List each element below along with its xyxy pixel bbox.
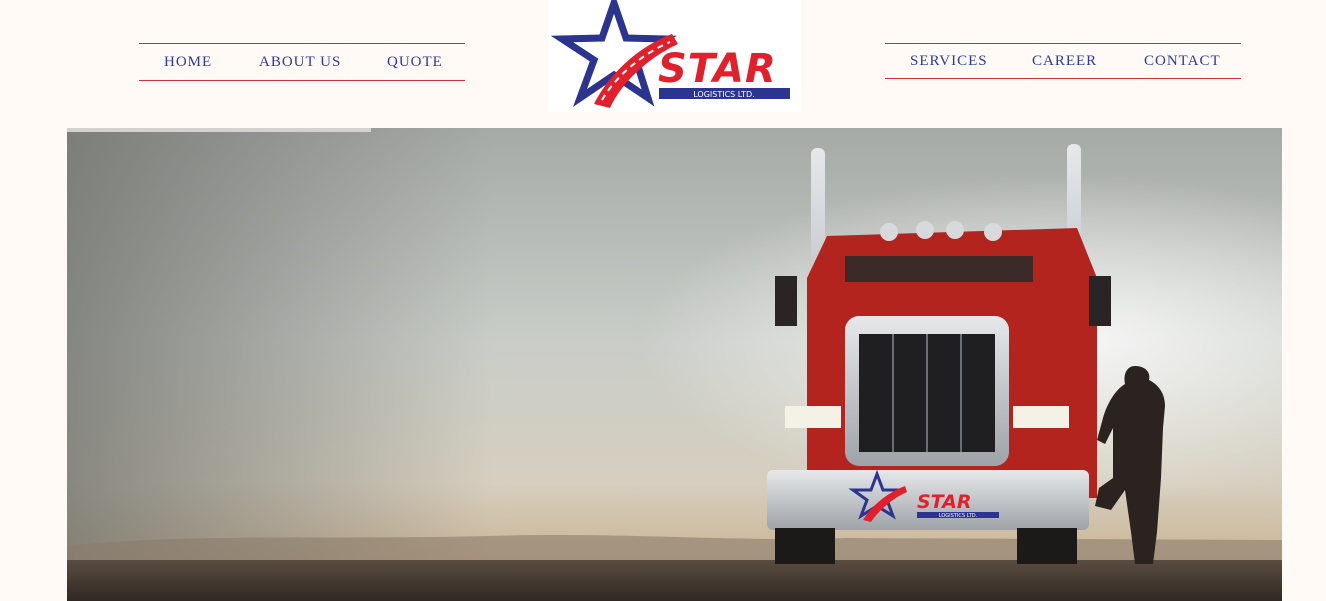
nav-link-about-us[interactable]: ABOUT US bbox=[259, 54, 341, 71]
site-logo[interactable]: STAR LOGISTICS LTD. bbox=[548, 0, 801, 112]
nav-link-quote[interactable]: QUOTE bbox=[387, 54, 443, 71]
nav-right: SERVICES CAREER CONTACT bbox=[885, 43, 1241, 79]
star-logistics-logo-graphic: STAR LOGISTICS LTD. bbox=[550, 0, 790, 108]
truck-badge-subtitle: LOGISTICS LTD. bbox=[939, 513, 978, 519]
hero-top-strip bbox=[67, 128, 371, 132]
hero-image: STAR LOGISTICS LTD. bbox=[67, 128, 1282, 601]
logo-wordmark: STAR bbox=[658, 46, 777, 92]
logo-subtitle: LOGISTICS LTD. bbox=[693, 90, 755, 99]
nav-link-home[interactable]: HOME bbox=[164, 54, 212, 71]
nav-link-career[interactable]: CAREER bbox=[1032, 53, 1097, 70]
nav-link-services[interactable]: SERVICES bbox=[910, 53, 988, 70]
truck-badge-wordmark: STAR bbox=[917, 491, 972, 513]
truck-photo: STAR LOGISTICS LTD. bbox=[67, 128, 1282, 601]
nav-left: HOME ABOUT US QUOTE bbox=[139, 43, 465, 81]
nav-link-contact[interactable]: CONTACT bbox=[1144, 53, 1221, 70]
